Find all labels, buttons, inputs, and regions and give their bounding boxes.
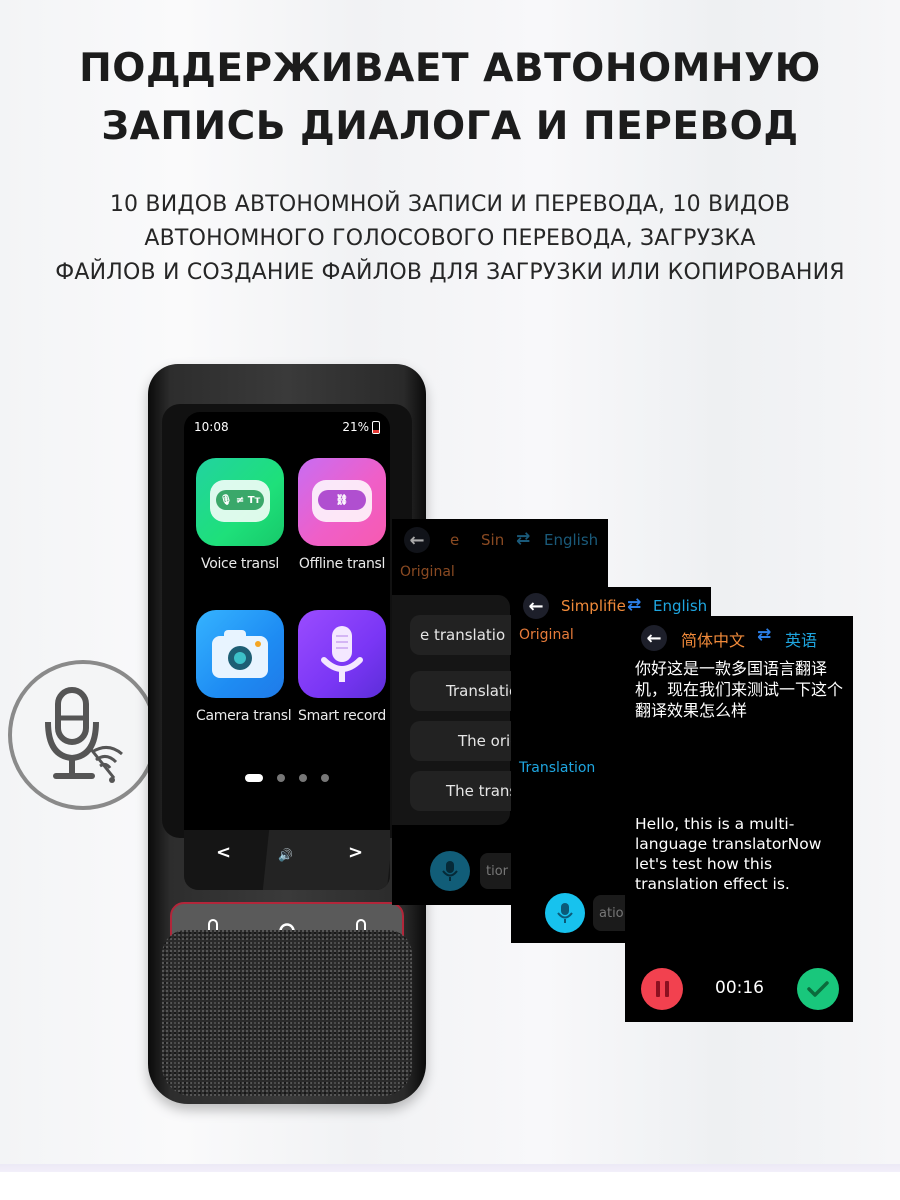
page-dot-active[interactable] <box>245 774 263 782</box>
source-language-partial: e <box>450 531 460 549</box>
next-page-button[interactable]: > <box>348 842 363 863</box>
headline-line-2: ЗАПИСЬ ДИАЛОГА И ПЕРЕВОД <box>101 104 799 149</box>
options-menu: e translatio Translatio The orig The tra… <box>392 595 520 825</box>
target-language[interactable]: English <box>653 597 707 615</box>
record-mic-button[interactable] <box>430 851 470 891</box>
pause-icon-bar <box>664 981 669 997</box>
speaker-grille <box>162 930 412 1096</box>
headline-line-1: ПОДДЕРЖИВАЕТ АВТОНОМНУЮ <box>79 46 821 91</box>
offline-feature-badge <box>8 660 158 810</box>
arrow-left-icon: ← <box>646 627 662 649</box>
camera-icon <box>196 610 284 698</box>
back-button[interactable]: ← <box>523 593 549 619</box>
voice-translate-icon: 🎙 ≠ Tт <box>196 458 284 546</box>
page-dot[interactable] <box>277 774 285 782</box>
arrow-left-icon: ← <box>528 595 544 617</box>
page-dot[interactable] <box>299 774 307 782</box>
translation-result-screen: ← 简体中文 ⇄ 英语 你好这是一款多国语言翻译机，现在我们来测试一下这个翻译效… <box>625 616 853 1022</box>
target-language[interactable]: 英语 <box>785 627 817 651</box>
subheadline: 10 ВИДОВ АВТОНОМНОЙ ЗАПИСИ И ПЕРЕВОДА, 1… <box>0 188 900 290</box>
pause-icon-bar <box>655 981 660 997</box>
device-screen: 10:08 21% 🎙 ≠ Tт Voice transl ⛓ Offline … <box>184 412 390 830</box>
voice-text-pill: 🎙 ≠ Tт <box>216 490 264 510</box>
page-indicator <box>184 774 390 782</box>
subheadline-line-3: ФАЙЛОВ И СОЗДАНИЕ ФАЙЛОВ ДЛЯ ЗАГРУЗКИ ИЛ… <box>55 260 845 285</box>
recording-timer: 00:16 <box>715 978 764 998</box>
status-bar: 10:08 21% <box>184 420 390 438</box>
app-voice-translate[interactable]: 🎙 ≠ Tт Voice transl <box>196 458 284 572</box>
microphone-icon <box>298 610 386 698</box>
menu-item[interactable]: e translatio <box>410 615 520 655</box>
bottom-margin <box>0 1172 900 1200</box>
record-mic-button[interactable] <box>545 893 585 933</box>
original-label: Original <box>519 627 574 643</box>
app-label: Offline transl <box>298 556 386 572</box>
battery-percent: 21% <box>342 420 369 434</box>
source-language[interactable]: Simplifie <box>561 597 626 615</box>
swap-languages-icon[interactable]: ⇄ <box>757 625 771 645</box>
back-button[interactable]: ← <box>404 527 430 553</box>
menu-item[interactable]: The trans <box>410 771 520 811</box>
broken-link-icon: ⛓ <box>298 458 386 546</box>
checkmark-icon <box>807 981 829 997</box>
swap-languages-icon[interactable]: ⇄ <box>516 529 530 549</box>
battery-status: 21% <box>342 420 380 434</box>
bottom-band <box>0 1164 900 1172</box>
headline: ПОДДЕРЖИВАЕТ АВТОНОМНУЮ ЗАПИСЬ ДИАЛОГА И… <box>0 40 900 156</box>
translator-device: 10:08 21% 🎙 ≠ Tт Voice transl ⛓ Offline … <box>148 364 426 1104</box>
confirm-button[interactable] <box>797 968 839 1010</box>
pause-button[interactable] <box>641 968 683 1010</box>
translated-text: Hello, this is a multi-language translat… <box>635 815 822 893</box>
prev-page-button[interactable]: < <box>216 842 231 863</box>
arrow-left-icon: ← <box>409 529 425 551</box>
volume-button[interactable]: 🔊 <box>278 848 293 862</box>
app-label: Voice transl <box>201 556 279 572</box>
menu-item[interactable]: The orig <box>410 721 520 761</box>
broken-link-pill: ⛓ <box>318 490 366 510</box>
target-language[interactable]: English <box>544 531 598 549</box>
microphone-icon <box>442 861 458 881</box>
translation-label: Translation <box>519 760 596 776</box>
battery-charging-icon <box>372 420 380 434</box>
app-smart-record[interactable]: Smart record <box>298 610 386 724</box>
source-language[interactable]: Sin <box>481 531 504 549</box>
subheadline-line-1: 10 ВИДОВ АВТОНОМНОЙ ЗАПИСИ И ПЕРЕВОДА, 1… <box>109 192 791 217</box>
swap-languages-icon[interactable]: ⇄ <box>627 595 641 615</box>
microphone-icon <box>557 903 573 923</box>
status-time: 10:08 <box>194 420 229 434</box>
device-nav-bar: < 🔊 > <box>184 830 390 890</box>
source-language[interactable]: 简体中文 <box>681 627 745 651</box>
app-label: Camera transl <box>196 708 292 724</box>
menu-item[interactable]: Translatio <box>410 671 520 711</box>
page-dot[interactable] <box>321 774 329 782</box>
app-label: Smart record <box>298 708 386 724</box>
back-button[interactable]: ← <box>641 625 667 651</box>
original-label: Original <box>400 564 455 580</box>
app-offline-translate[interactable]: ⛓ Offline transl <box>298 458 386 572</box>
original-text: 你好这是一款多国语言翻译机，现在我们来测试一下这个翻译效果怎么样 <box>635 659 844 720</box>
subheadline-line-2: АВТОНОМНОГО ГОЛОСОВОГО ПЕРЕВОДА, ЗАГРУЗК… <box>144 226 756 251</box>
offline-mic-icon <box>45 687 123 783</box>
app-camera-translate[interactable]: Camera transl <box>196 610 292 724</box>
